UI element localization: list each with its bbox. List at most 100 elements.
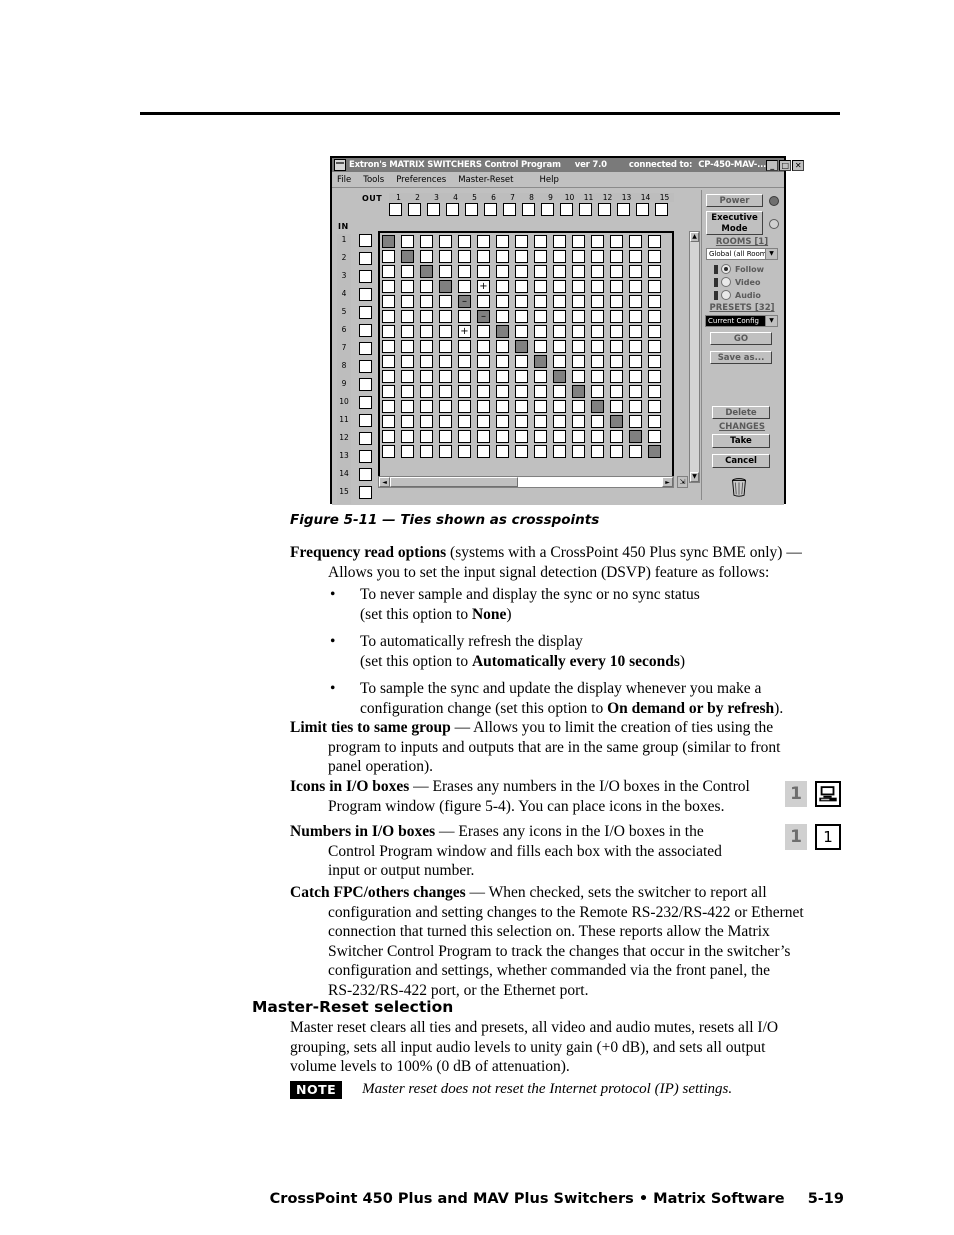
crosspoint-cell-in7-out6[interactable] [477,325,490,338]
output-checkbox-3[interactable] [427,203,440,216]
crosspoint-cell-in3-out10[interactable] [553,265,566,278]
crosspoint-cell-in1-out10[interactable] [553,235,566,248]
crosspoint-cell-in11-out14[interactable] [629,385,642,398]
rooms-dropdown[interactable]: Global (all Room ▼ [706,248,778,260]
input-checkbox-10[interactable] [359,396,372,409]
matrix-horizontal-scrollbar[interactable]: ◄ ► [378,476,674,488]
crosspoint-cell-in12-out15[interactable] [648,400,661,413]
crosspoint-cell-in15-out10[interactable] [553,445,566,458]
crosspoint-cell-in3-out11[interactable] [572,265,585,278]
crosspoint-cell-in7-out12[interactable] [591,325,604,338]
scroll-up-arrow-icon[interactable]: ▲ [690,232,699,242]
crosspoint-cell-in7-out7[interactable] [496,325,509,338]
crosspoint-cell-in10-out15[interactable] [648,370,661,383]
crosspoint-cell-in5-out3[interactable] [420,295,433,308]
crosspoint-cell-in7-out5[interactable]: + [458,325,471,338]
crosspoint-cell-in11-out13[interactable] [610,385,623,398]
crosspoint-cell-in9-out2[interactable] [401,355,414,368]
crosspoint-cell-in12-out7[interactable] [496,400,509,413]
scroll-right-arrow-icon[interactable]: ► [662,477,673,487]
crosspoint-cell-in13-out10[interactable] [553,415,566,428]
crosspoint-cell-in12-out8[interactable] [515,400,528,413]
crosspoint-cell-in10-out13[interactable] [610,370,623,383]
crosspoint-cell-in5-out10[interactable] [553,295,566,308]
crosspoint-cell-in13-out12[interactable] [591,415,604,428]
crosspoint-cell-in12-out10[interactable] [553,400,566,413]
power-button[interactable]: Power [706,194,763,207]
crosspoint-cell-in5-out6[interactable] [477,295,490,308]
resize-grip-icon[interactable]: ⇲ [677,476,688,488]
crosspoint-cell-in7-out14[interactable] [629,325,642,338]
chevron-down-icon[interactable]: ▼ [765,249,777,259]
crosspoint-cell-in13-out14[interactable] [629,415,642,428]
crosspoint-cell-in13-out9[interactable] [534,415,547,428]
crosspoint-cell-in1-out15[interactable] [648,235,661,248]
crosspoint-cell-in8-out5[interactable] [458,340,471,353]
crosspoint-cell-in2-out15[interactable] [648,250,661,263]
crosspoint-cell-in14-out10[interactable] [553,430,566,443]
crosspoint-cell-in8-out10[interactable] [553,340,566,353]
crosspoint-cell-in12-out4[interactable] [439,400,452,413]
crosspoint-cell-in7-out3[interactable] [420,325,433,338]
crosspoint-cell-in4-out5[interactable] [458,280,471,293]
crosspoint-cell-in4-out1[interactable] [382,280,395,293]
crosspoint-cell-in4-out10[interactable] [553,280,566,293]
crosspoint-cell-in7-out10[interactable] [553,325,566,338]
minimize-button[interactable]: _ [766,159,779,171]
crosspoint-cell-in2-out13[interactable] [610,250,623,263]
crosspoint-cell-in1-out5[interactable] [458,235,471,248]
input-checkbox-11[interactable] [359,414,372,427]
crosspoint-cell-in8-out2[interactable] [401,340,414,353]
crosspoint-cell-in8-out11[interactable] [572,340,585,353]
output-checkbox-13[interactable] [617,203,630,216]
input-checkbox-9[interactable] [359,378,372,391]
crosspoint-cell-in4-out7[interactable] [496,280,509,293]
crosspoint-cell-in10-out12[interactable] [591,370,604,383]
crosspoint-cell-in10-out4[interactable] [439,370,452,383]
crosspoint-cell-in13-out11[interactable] [572,415,585,428]
crosspoint-cell-in6-out6[interactable]: – [477,310,490,323]
output-checkbox-8[interactable] [522,203,535,216]
crosspoint-cell-in1-out9[interactable] [534,235,547,248]
crosspoint-cell-in3-out8[interactable] [515,265,528,278]
crosspoint-cell-in1-out12[interactable] [591,235,604,248]
menu-help[interactable]: Help [539,175,558,185]
crosspoint-cell-in11-out11[interactable] [572,385,585,398]
scroll-left-arrow-icon[interactable]: ◄ [379,477,390,487]
output-checkbox-5[interactable] [465,203,478,216]
crosspoint-cell-in15-out2[interactable] [401,445,414,458]
crosspoint-cell-in4-out13[interactable] [610,280,623,293]
menu-preferences[interactable]: Preferences [396,175,446,185]
crosspoint-cell-in7-out4[interactable] [439,325,452,338]
input-checkbox-6[interactable] [359,324,372,337]
crosspoint-cell-in9-out11[interactable] [572,355,585,368]
crosspoint-cell-in1-out3[interactable] [420,235,433,248]
crosspoint-cell-in15-out6[interactable] [477,445,490,458]
crosspoint-cell-in12-out5[interactable] [458,400,471,413]
crosspoint-cell-in11-out6[interactable] [477,385,490,398]
crosspoint-cell-in9-out4[interactable] [439,355,452,368]
crosspoint-cell-in3-out5[interactable] [458,265,471,278]
crosspoint-cell-in13-out1[interactable] [382,415,395,428]
save-as-button[interactable]: Save as... [710,351,772,364]
crosspoint-cell-in2-out10[interactable] [553,250,566,263]
crosspoint-cell-in3-out3[interactable] [420,265,433,278]
crosspoint-cell-in2-out11[interactable] [572,250,585,263]
crosspoint-cell-in4-out14[interactable] [629,280,642,293]
crosspoint-cell-in10-out3[interactable] [420,370,433,383]
crosspoint-cell-in1-out11[interactable] [572,235,585,248]
horizontal-scroll-track[interactable] [518,477,662,487]
crosspoint-cell-in6-out11[interactable] [572,310,585,323]
crosspoint-cell-in2-out6[interactable] [477,250,490,263]
crosspoint-cell-in13-out7[interactable] [496,415,509,428]
radio-video[interactable]: Video [714,277,760,287]
crosspoint-cell-in1-out7[interactable] [496,235,509,248]
radio-follow[interactable]: Follow [714,264,764,274]
crosspoint-cell-in2-out5[interactable] [458,250,471,263]
crosspoint-cell-in15-out3[interactable] [420,445,433,458]
crosspoint-cell-in2-out12[interactable] [591,250,604,263]
crosspoint-cell-in10-out5[interactable] [458,370,471,383]
crosspoint-cell-in4-out9[interactable] [534,280,547,293]
crosspoint-cell-in8-out7[interactable] [496,340,509,353]
close-button[interactable]: ✕ [792,159,805,171]
